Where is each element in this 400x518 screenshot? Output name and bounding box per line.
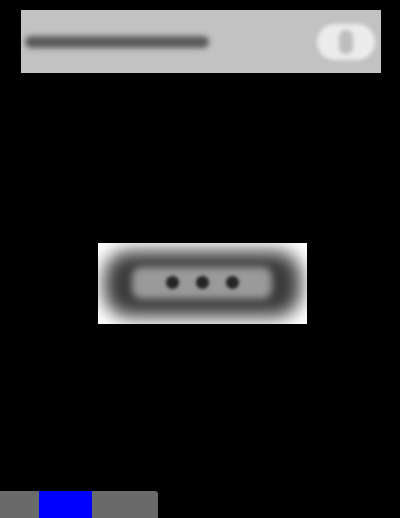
notification-banner[interactable] xyxy=(21,10,381,73)
loading-dot xyxy=(166,276,179,289)
center-card[interactable] xyxy=(98,243,307,324)
close-icon xyxy=(339,30,353,54)
loading-dot xyxy=(226,276,239,289)
bottom-progress-bar xyxy=(0,491,158,518)
banner-close-button[interactable] xyxy=(317,24,375,60)
loading-dot xyxy=(196,276,209,289)
active-segment xyxy=(39,491,92,518)
banner-text-blurred xyxy=(25,36,209,48)
screen xyxy=(0,0,400,518)
